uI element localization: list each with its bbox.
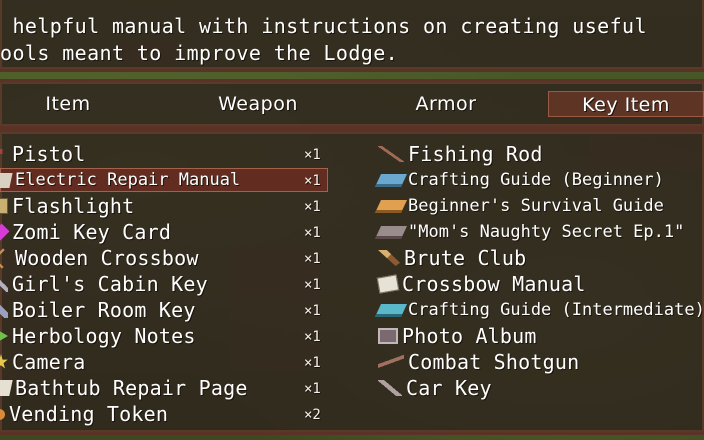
crossbow-icon bbox=[0, 247, 13, 269]
list-item-flashlight[interactable]: Flashlight ×1 bbox=[0, 194, 330, 218]
key-icon bbox=[0, 276, 8, 292]
pistol-icon bbox=[0, 148, 8, 154]
item-name: Photo Album bbox=[402, 324, 537, 348]
category-tabs: Item Weapon Armor Key Item bbox=[0, 79, 704, 129]
fishing-rod-icon bbox=[378, 146, 404, 162]
list-item-camera[interactable]: Camera ×1 bbox=[0, 350, 330, 374]
item-name: Herbology Notes bbox=[12, 324, 196, 348]
list-item-crafting-guide-intermediate[interactable]: Crafting Guide (Intermediate) bbox=[374, 298, 704, 322]
list-item-brute-club[interactable]: Brute Club bbox=[378, 246, 704, 270]
item-quantity: ×1 bbox=[304, 199, 321, 215]
item-name: Electric Repair Manual bbox=[15, 170, 241, 190]
list-item-bathtub-repair-page[interactable]: Bathtub Repair Page ×1 bbox=[0, 376, 330, 400]
book-icon bbox=[374, 173, 408, 187]
list-item-girls-cabin-key[interactable]: Girl's Cabin Key ×1 bbox=[0, 272, 330, 296]
item-name: Beginner's Survival Guide bbox=[408, 196, 664, 216]
item-list-window: Pistol ×1 Electric Repair Manual ×1 Flas… bbox=[0, 129, 704, 435]
item-quantity: ×1 bbox=[304, 225, 321, 241]
manual-icon bbox=[0, 172, 13, 188]
list-item-zomi-key-card[interactable]: Zomi Key Card ×1 bbox=[0, 220, 330, 244]
item-quantity: ×1 bbox=[304, 147, 321, 163]
tab-item[interactable]: Item bbox=[0, 91, 138, 117]
help-text-line-2: ools meant to improve the Lodge. bbox=[0, 41, 399, 65]
item-quantity: ×1 bbox=[304, 381, 321, 397]
item-name: Boiler Room Key bbox=[12, 298, 196, 322]
item-name: Bathtub Repair Page bbox=[15, 376, 248, 400]
list-item-wooden-crossbow[interactable]: Wooden Crossbow ×1 bbox=[0, 246, 330, 270]
list-item-herbology-notes[interactable]: Herbology Notes ×1 bbox=[0, 324, 330, 348]
item-name: Crossbow Manual bbox=[402, 272, 586, 296]
item-quantity: ×1 bbox=[304, 355, 321, 371]
book-icon bbox=[374, 225, 408, 239]
tab-weapon[interactable]: Weapon bbox=[188, 91, 328, 117]
tab-armor[interactable]: Armor bbox=[376, 91, 516, 117]
item-name: Girl's Cabin Key bbox=[12, 272, 208, 296]
help-text-line-1: helpful manual with instructions on crea… bbox=[0, 14, 647, 38]
tab-key-item[interactable]: Key Item bbox=[548, 91, 704, 117]
scroll-icon bbox=[376, 274, 400, 294]
item-quantity: ×1 bbox=[304, 329, 321, 345]
item-name: Vending Token bbox=[9, 402, 169, 426]
list-item-beginners-survival-guide[interactable]: Beginner's Survival Guide bbox=[374, 194, 704, 218]
camera-icon bbox=[0, 354, 8, 369]
item-quantity: ×1 bbox=[304, 173, 321, 189]
book-icon bbox=[374, 303, 408, 317]
item-name: Flashlight bbox=[12, 194, 135, 218]
item-name: Brute Club bbox=[404, 246, 527, 270]
list-item-vending-token[interactable]: Vending Token ×2 bbox=[0, 402, 330, 426]
item-name: Fishing Rod bbox=[408, 142, 543, 166]
item-name: "Mom's Naughty Secret Ep.1" bbox=[408, 222, 685, 242]
item-quantity: ×2 bbox=[304, 407, 321, 423]
item-name: Combat Shotgun bbox=[408, 350, 580, 374]
list-item-crossbow-manual[interactable]: Crossbow Manual bbox=[376, 272, 704, 296]
list-item-moms-naughty-secret[interactable]: "Mom's Naughty Secret Ep.1" bbox=[374, 220, 704, 244]
item-quantity: ×1 bbox=[304, 251, 321, 267]
item-name: Zomi Key Card bbox=[12, 220, 172, 244]
item-name: Crafting Guide (Beginner) bbox=[408, 170, 664, 190]
item-name: Pistol bbox=[12, 142, 86, 166]
item-quantity: ×1 bbox=[304, 277, 321, 293]
token-icon bbox=[0, 408, 5, 420]
item-name: Camera bbox=[12, 350, 86, 374]
list-item-pistol[interactable]: Pistol ×1 bbox=[0, 142, 330, 166]
herb-icon bbox=[0, 328, 8, 344]
flashlight-icon bbox=[0, 198, 8, 214]
help-window: helpful manual with instructions on crea… bbox=[0, 0, 704, 72]
list-item-photo-album[interactable]: Photo Album bbox=[378, 324, 704, 348]
club-icon bbox=[378, 250, 400, 266]
keycard-icon bbox=[0, 223, 10, 241]
list-item-electric-repair-manual[interactable]: Electric Repair Manual ×1 bbox=[0, 168, 328, 192]
list-item-fishing-rod[interactable]: Fishing Rod bbox=[378, 142, 704, 166]
list-item-crafting-guide-beginner[interactable]: Crafting Guide (Beginner) bbox=[374, 168, 704, 192]
item-name: Wooden Crossbow bbox=[15, 246, 199, 270]
list-item-combat-shotgun[interactable]: Combat Shotgun bbox=[378, 350, 704, 374]
shotgun-icon bbox=[378, 354, 404, 370]
car-key-icon bbox=[378, 380, 402, 396]
book-icon bbox=[374, 199, 408, 213]
list-item-car-key[interactable]: Car Key bbox=[378, 376, 704, 400]
item-name: Car Key bbox=[406, 376, 492, 400]
key-icon bbox=[0, 302, 8, 318]
list-item-boiler-room-key[interactable]: Boiler Room Key ×1 bbox=[0, 298, 330, 322]
item-quantity: ×1 bbox=[304, 303, 321, 319]
page-icon bbox=[0, 380, 13, 396]
album-icon bbox=[378, 328, 398, 344]
item-name: Crafting Guide (Intermediate) bbox=[408, 300, 704, 320]
